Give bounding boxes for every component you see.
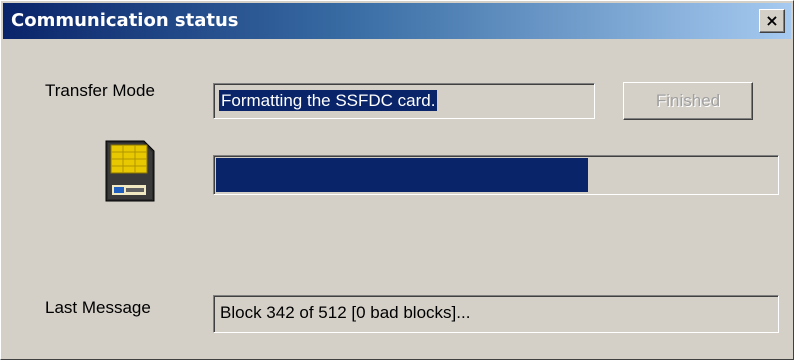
progress-bar (213, 155, 779, 195)
finished-button[interactable]: Finished (623, 82, 753, 120)
progress-bar-fill (216, 158, 588, 192)
close-button[interactable]: × (759, 9, 785, 33)
transfer-mode-label: Transfer Mode (45, 81, 155, 100)
transfer-mode-value: Formatting the SSFDC card. (219, 90, 438, 111)
close-icon: × (765, 11, 779, 30)
last-message-label: Last Message (45, 298, 151, 317)
communication-status-dialog: Communication status × Transfer Mode For… (0, 0, 794, 360)
transfer-mode-field: Formatting the SSFDC card. (213, 83, 595, 119)
title-bar[interactable]: Communication status × (3, 3, 791, 39)
last-message-field: Block 342 of 512 [0 bad blocks]... (213, 295, 779, 333)
smartmedia-card-icon (105, 140, 155, 202)
last-message-value: Block 342 of 512 [0 bad blocks]... (220, 303, 471, 322)
window-title: Communication status (11, 10, 239, 31)
